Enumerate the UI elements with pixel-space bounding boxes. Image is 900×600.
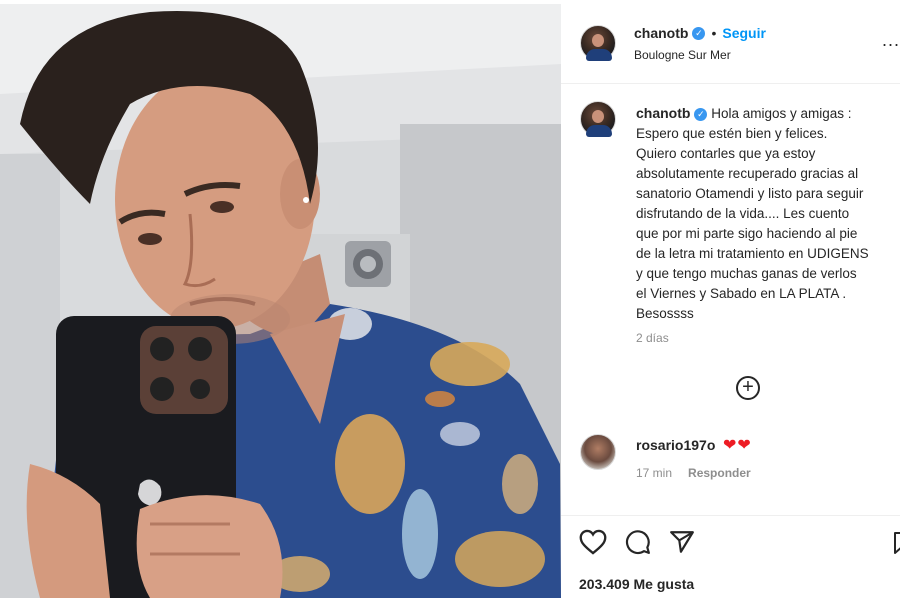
comment-meta: 17 min Responder <box>636 466 767 480</box>
caption-line: de la letra mi tratamiento en UDIGENS <box>636 246 869 261</box>
caption-line: sanatorio Otamendi y listo para seguir <box>636 186 864 201</box>
follow-button[interactable]: Seguir <box>722 25 766 41</box>
caption-time: 2 días <box>636 331 669 345</box>
likes-count[interactable]: 203.409 Me gusta <box>579 576 694 592</box>
author-username[interactable]: chanotb <box>634 25 688 41</box>
share-icon[interactable] <box>669 529 695 555</box>
reply-button[interactable]: Responder <box>688 466 751 480</box>
caption-line: chanotb ✓ Hola amigos y amigas : <box>636 103 900 124</box>
post-photo <box>0 4 561 598</box>
action-bar <box>579 529 695 557</box>
header-divider <box>561 83 900 84</box>
caption-line: Espero que estén bien y felices. <box>636 126 828 141</box>
plus-circle-icon[interactable]: + <box>736 376 760 400</box>
actions-divider <box>561 515 900 516</box>
post-header: chanotb ✓ • Seguir <box>634 25 766 43</box>
caption-line: que por mi parte sigo haciendo al pie <box>636 226 858 241</box>
comment-icon[interactable] <box>625 529 651 555</box>
mirror-selfie-image <box>0 4 561 598</box>
caption-text: chanotb ✓ Hola amigos y amigas : Espero q… <box>636 103 900 324</box>
caption-line: el Viernes y Sabado en LA PLATA . <box>636 286 847 301</box>
verified-badge-icon: ✓ <box>692 27 706 41</box>
caption-line: disfrutando de la vida.... Les cuento <box>636 206 850 221</box>
caption-username[interactable]: chanotb <box>636 105 690 121</box>
caption-avatar[interactable] <box>580 101 616 137</box>
comment-username[interactable]: rosario197o <box>636 437 715 453</box>
caption-line-0: Hola amigos y amigas : <box>711 106 852 121</box>
heart-icon[interactable] <box>579 529 607 555</box>
caption-line: absolutamente recuperado gracias al <box>636 166 859 181</box>
caption-line: Quiero contarles que ya estoy <box>636 146 816 161</box>
comment-time: 17 min <box>636 466 673 480</box>
caption-line: y que tengo muchas ganas de verlos <box>636 266 857 281</box>
separator-dot: • <box>711 25 717 41</box>
location-label[interactable]: Boulogne Sur Mer <box>634 48 731 62</box>
verified-badge-icon: ✓ <box>694 107 708 121</box>
caption-line: Besossss <box>636 306 694 321</box>
comment-text: ❤❤ <box>723 437 752 454</box>
more-options-icon[interactable]: ... <box>882 30 900 51</box>
bookmark-icon[interactable] <box>893 531 900 555</box>
post-side-panel: chanotb ✓ • Seguir Boulogne Sur Mer ... cha… <box>561 0 900 600</box>
commenter-avatar[interactable] <box>580 434 616 470</box>
author-avatar[interactable] <box>580 25 616 61</box>
